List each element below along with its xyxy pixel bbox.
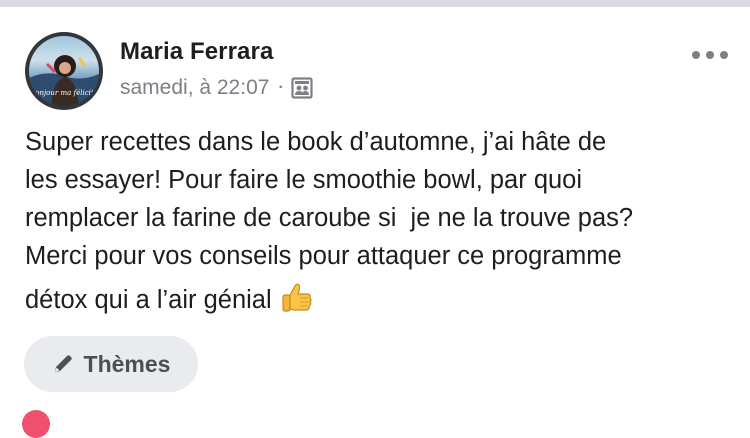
more-horizontal-icon (692, 51, 700, 59)
avatar-caption: Bonjour ma félicité (30, 89, 98, 97)
reaction-icon (22, 410, 50, 438)
avatar-photo: Bonjour ma félicité (29, 36, 99, 106)
meta-separator: · (278, 79, 284, 96)
thumbs-up-emoji-icon (282, 283, 312, 312)
topics-button[interactable]: Thèmes (24, 336, 198, 392)
more-options-button[interactable] (692, 44, 728, 66)
author-name[interactable]: Maria Ferrara (120, 38, 273, 66)
post-timestamp[interactable]: samedi, à 22:07 (120, 76, 269, 100)
group-members-icon (291, 77, 313, 99)
topics-label: Thèmes (83, 350, 171, 377)
post-text-end: détox qui a l’air génial (25, 286, 272, 314)
post-text: Super recettes dans le book d’automne, j… (25, 128, 634, 270)
pencil-icon (54, 355, 72, 372)
post-body: Super recettes dans le book d’automne, j… (25, 123, 735, 319)
top-divider (0, 0, 750, 7)
post-meta: samedi, à 22:07 · (120, 76, 313, 100)
more-dot (720, 51, 728, 59)
post-text-last-line: détox qui a l’air génial (25, 281, 314, 319)
avatar[interactable]: Bonjour ma félicité (25, 32, 103, 110)
more-dot (706, 51, 714, 59)
